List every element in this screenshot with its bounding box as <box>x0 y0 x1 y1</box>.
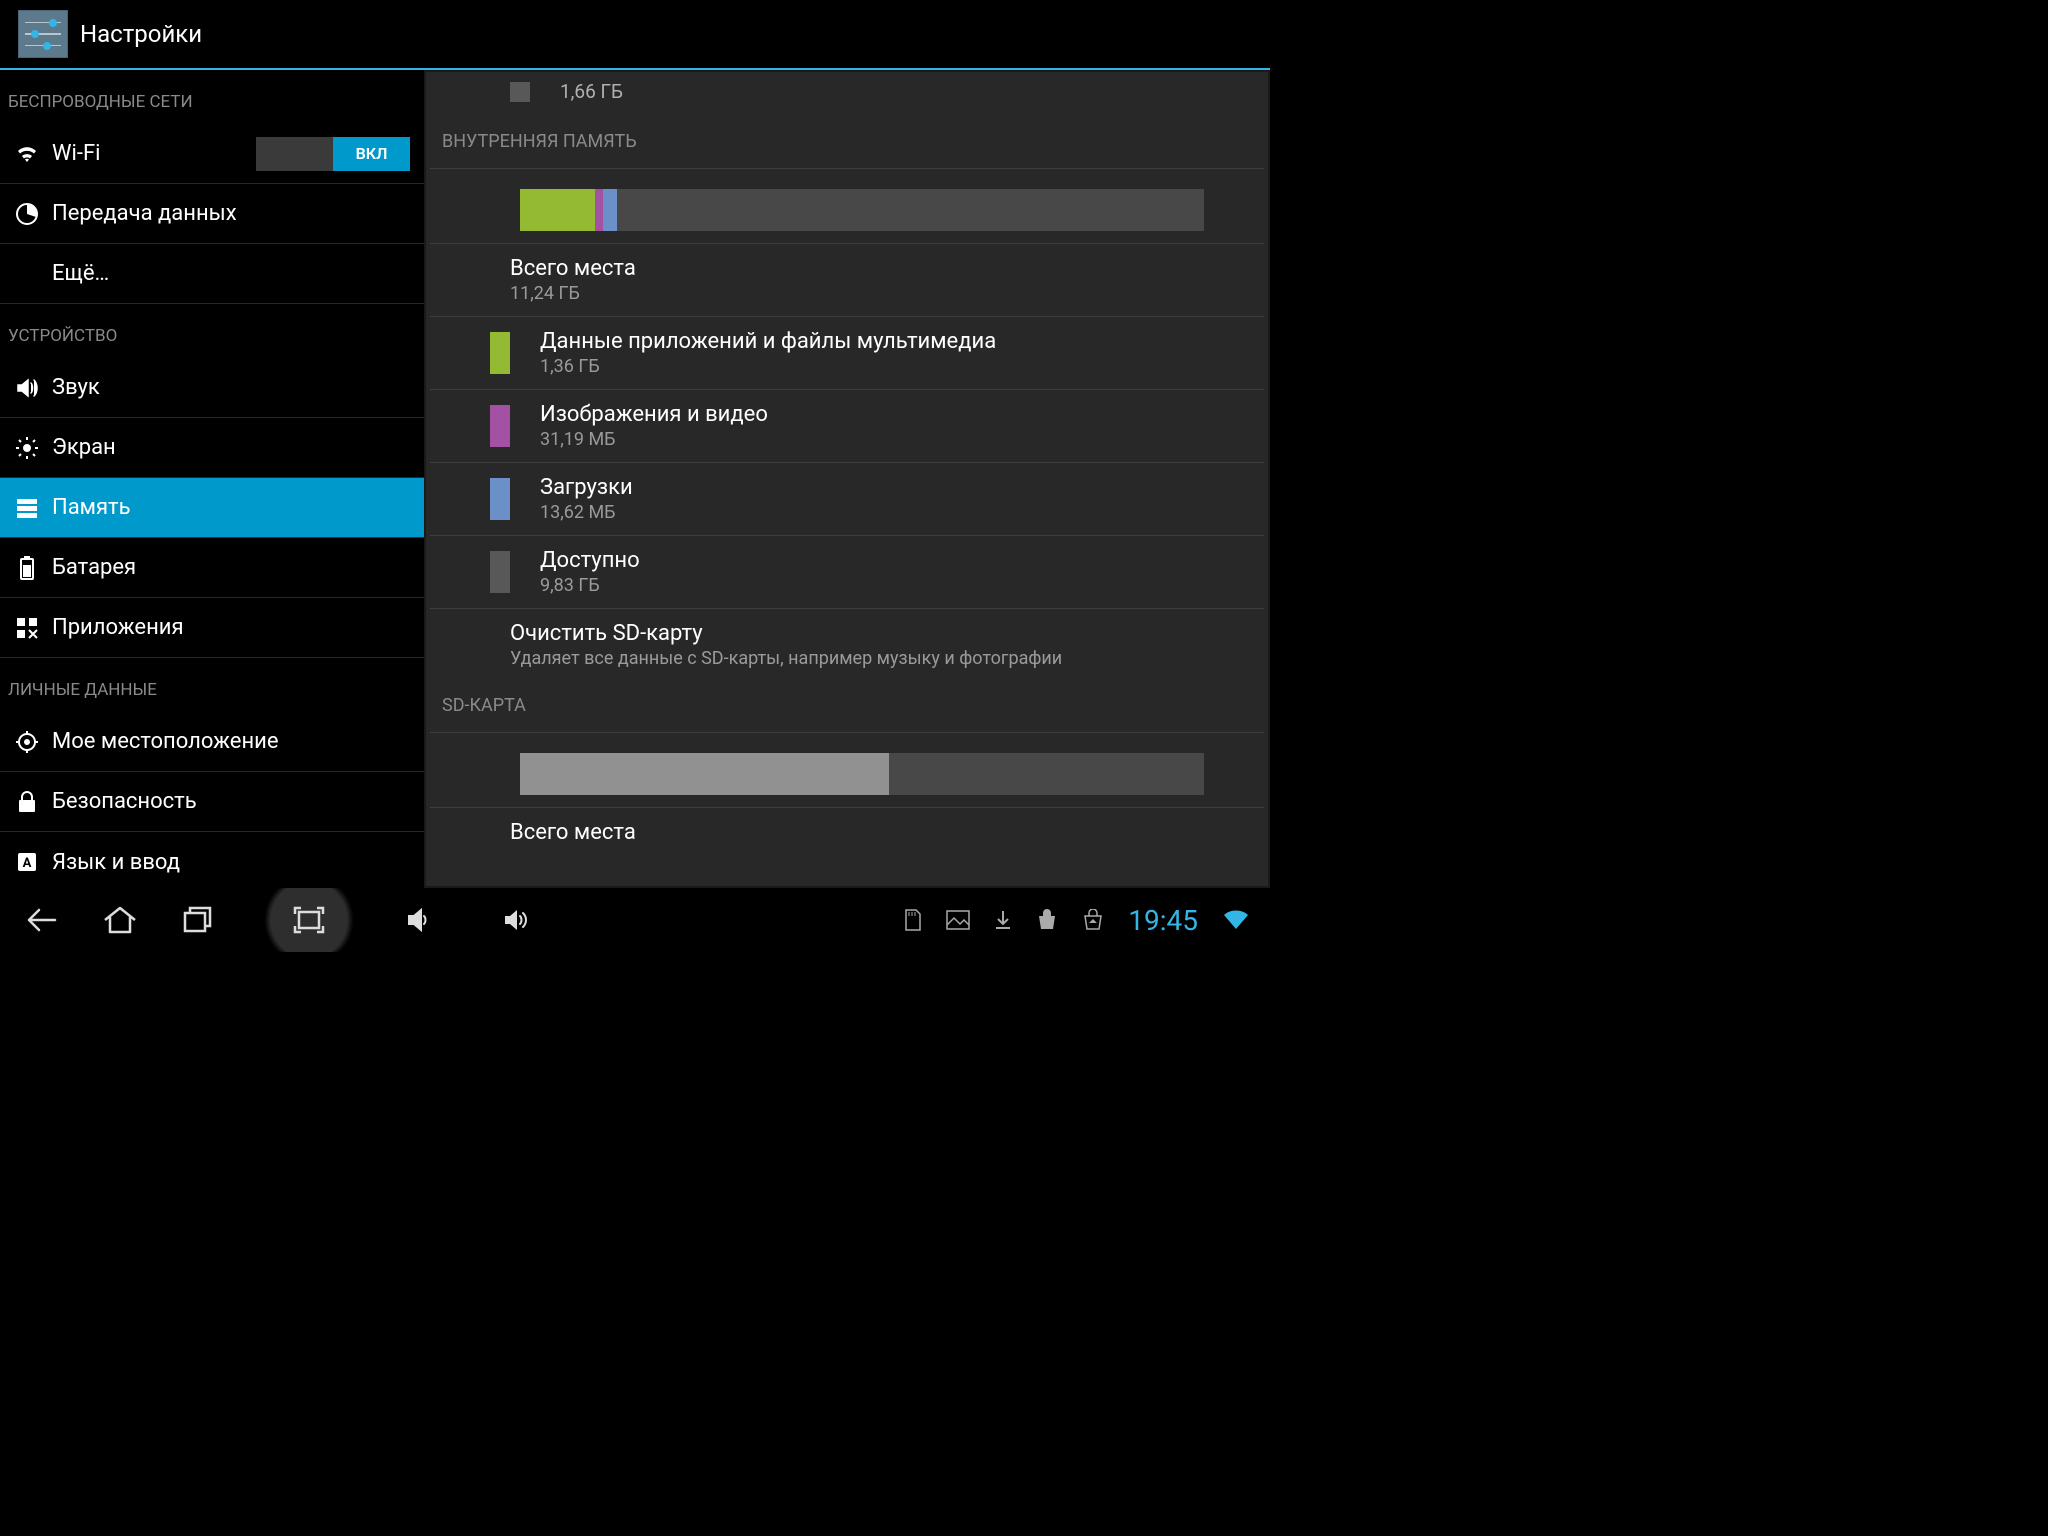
sidebar-item-more[interactable]: Ещё… <box>0 244 424 304</box>
picture-icon <box>946 910 970 930</box>
item-sub: Удаляет все данные с SD-карты, например … <box>510 648 1062 669</box>
sidebar-label: Мое местоположение <box>52 729 279 754</box>
volume-down-button[interactable] <box>398 898 442 942</box>
display-icon <box>14 435 40 461</box>
system-navbar: 19:45 <box>0 888 1270 952</box>
data-usage-icon <box>14 201 40 227</box>
sidebar-label: Память <box>52 495 131 520</box>
sd-bar-fill <box>520 753 889 795</box>
bar-segment-downloads <box>603 189 617 231</box>
download-icon <box>994 909 1012 931</box>
content-pane: 1,66 ГБ ВНУТРЕННЯЯ ПАМЯТЬ Всего места 11… <box>424 70 1270 888</box>
item-sub: 9,83 ГБ <box>540 575 640 596</box>
sound-icon <box>14 375 40 401</box>
sidebar-label: Батарея <box>52 555 136 580</box>
app-header: Настройки <box>0 0 1270 70</box>
sidebar-label: Безопасность <box>52 789 197 814</box>
store-icon <box>1036 909 1058 931</box>
home-button[interactable] <box>98 898 142 942</box>
sidebar-label: Звук <box>52 375 100 400</box>
item-sub: 11,24 ГБ <box>510 283 636 304</box>
internal-storage-bar <box>520 189 1204 231</box>
storage-item-downloads[interactable]: Загрузки 13,62 МБ <box>430 462 1264 535</box>
purple-square-icon <box>490 405 510 447</box>
wifi-status-icon <box>1222 909 1250 931</box>
item-title: Изображения и видео <box>540 402 768 427</box>
sd-card-header: SD-КАРТА <box>430 681 1264 732</box>
store2-icon <box>1082 909 1104 931</box>
item-sub: 31,19 МБ <box>540 429 768 450</box>
lock-icon <box>14 789 40 815</box>
internal-storage-header: ВНУТРЕННЯЯ ПАМЯТЬ <box>430 117 1264 168</box>
clock: 19:45 <box>1128 904 1198 937</box>
app-title: Настройки <box>80 20 202 48</box>
bar-segment-apps <box>520 189 595 231</box>
svg-text:A: A <box>23 856 32 871</box>
item-title: Загрузки <box>540 475 633 500</box>
sd-item-total[interactable]: Всего места <box>430 807 1264 857</box>
storage-icon <box>14 495 40 521</box>
recent-apps-button[interactable] <box>176 898 220 942</box>
battery-icon <box>14 555 40 581</box>
settings-icon <box>18 10 68 58</box>
apps-icon <box>14 615 40 641</box>
sidebar-label: Wi-Fi <box>52 141 100 166</box>
blank-icon <box>14 261 40 287</box>
storage-item-pics[interactable]: Изображения и видео 31,19 МБ <box>430 389 1264 462</box>
sidebar-label: Передача данных <box>52 201 237 226</box>
storage-item-available[interactable]: Доступно 9,83 ГБ <box>430 535 1264 608</box>
remnant-value: 1,66 ГБ <box>560 80 623 103</box>
sidebar-label: Приложения <box>52 615 184 640</box>
sidebar-label: Язык и ввод <box>52 850 180 875</box>
bar-segment-pics <box>595 189 603 231</box>
item-title: Данные приложений и файлы мультимедиа <box>540 329 996 354</box>
grey-square-icon <box>510 82 530 102</box>
item-sub: 13,62 МБ <box>540 502 633 523</box>
wifi-icon <box>14 141 40 167</box>
green-square-icon <box>490 332 510 374</box>
sidebar-item-sound[interactable]: Звук <box>0 358 424 418</box>
item-title: Доступно <box>540 548 640 573</box>
body: БЕСПРОВОДНЫЕ СЕТИ Wi-Fi ВКЛ Передача дан… <box>0 70 1270 888</box>
sd-bar-container <box>430 733 1264 807</box>
storage-item-total[interactable]: Всего места 11,24 ГБ <box>430 243 1264 316</box>
sd-storage-bar <box>520 753 1204 795</box>
settings-screen: Настройки БЕСПРОВОДНЫЕ СЕТИ Wi-Fi ВКЛ Пе… <box>0 0 1270 952</box>
screenshot-button[interactable] <box>254 888 364 952</box>
volume-up-button[interactable] <box>496 898 540 942</box>
sd-card-icon <box>904 908 922 932</box>
item-title: Всего места <box>510 820 636 845</box>
sidebar-item-lang[interactable]: A Язык и ввод <box>0 832 424 888</box>
sidebar-item-security[interactable]: Безопасность <box>0 772 424 832</box>
prev-item-remnant[interactable]: 1,66 ГБ <box>430 72 1264 117</box>
section-header-wireless: БЕСПРОВОДНЫЕ СЕТИ <box>0 70 424 124</box>
storage-bar-container <box>430 169 1264 243</box>
sidebar-item-data[interactable]: Передача данных <box>0 184 424 244</box>
back-button[interactable] <box>20 898 64 942</box>
status-area[interactable]: 19:45 <box>904 904 1250 937</box>
sidebar-item-wifi[interactable]: Wi-Fi ВКЛ <box>0 124 424 184</box>
section-header-personal: ЛИЧНЫЕ ДАННЫЕ <box>0 658 424 712</box>
location-icon <box>14 729 40 755</box>
sidebar-label: Экран <box>52 435 116 460</box>
sidebar-item-battery[interactable]: Батарея <box>0 538 424 598</box>
sidebar[interactable]: БЕСПРОВОДНЫЕ СЕТИ Wi-Fi ВКЛ Передача дан… <box>0 70 424 888</box>
wifi-toggle[interactable]: ВКЛ <box>256 137 410 171</box>
content-scroll[interactable]: 1,66 ГБ ВНУТРЕННЯЯ ПАМЯТЬ Всего места 11… <box>426 72 1268 886</box>
section-header-device: УСТРОЙСТВО <box>0 304 424 358</box>
sidebar-item-location[interactable]: Мое местоположение <box>0 712 424 772</box>
item-sub: 1,36 ГБ <box>540 356 996 377</box>
blue-square-icon <box>490 478 510 520</box>
storage-item-erase[interactable]: Очистить SD-карту Удаляет все данные с S… <box>430 608 1264 681</box>
sidebar-label: Ещё… <box>52 261 109 286</box>
sidebar-item-display[interactable]: Экран <box>0 418 424 478</box>
sidebar-item-storage[interactable]: Память <box>0 478 424 538</box>
item-title: Всего места <box>510 256 636 281</box>
sidebar-item-apps[interactable]: Приложения <box>0 598 424 658</box>
storage-item-apps[interactable]: Данные приложений и файлы мультимедиа 1,… <box>430 316 1264 389</box>
item-title: Очистить SD-карту <box>510 621 1062 646</box>
grey-square-icon <box>490 551 510 593</box>
language-icon: A <box>14 849 40 875</box>
